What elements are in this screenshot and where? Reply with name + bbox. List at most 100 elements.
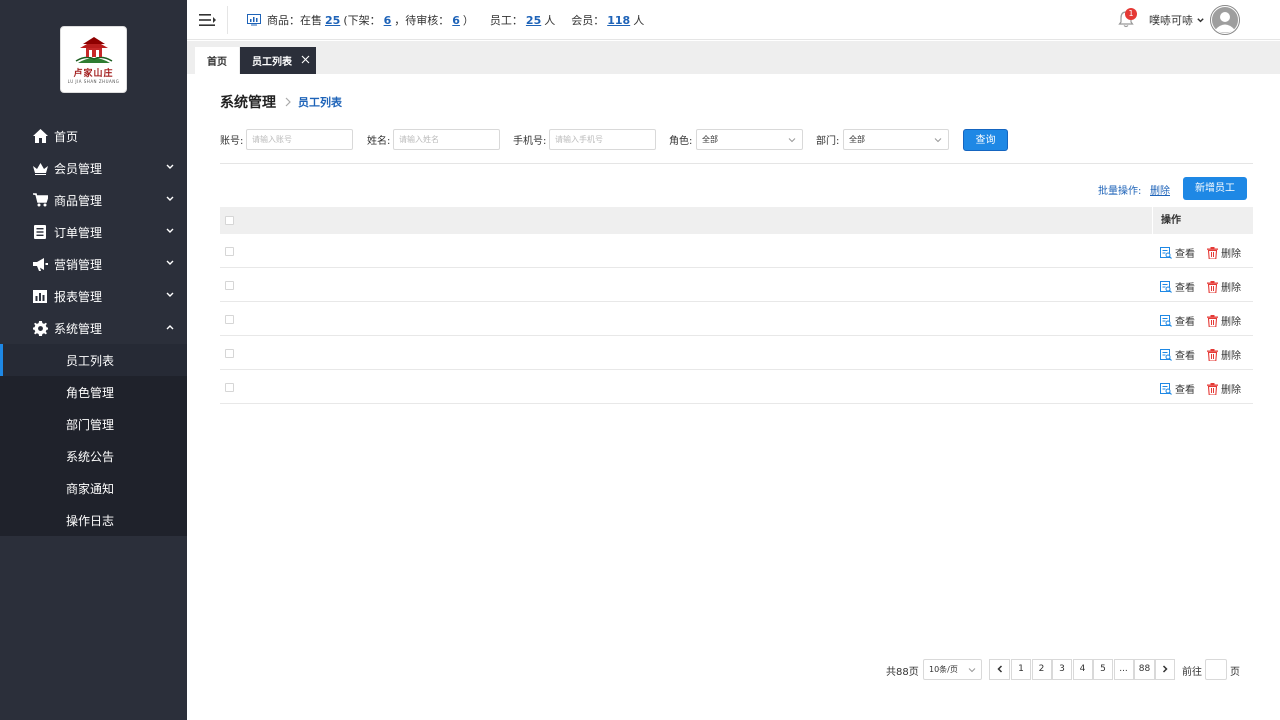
view-label: 查看 — [1175, 351, 1195, 362]
prev-page-button[interactable] — [989, 659, 1010, 680]
page-button[interactable]: 2 — [1031, 659, 1052, 680]
view-icon — [1160, 280, 1172, 293]
next-page-button[interactable] — [1155, 659, 1175, 680]
batch-delete-link[interactable]: 删除 — [1150, 182, 1170, 197]
avatar[interactable] — [1210, 5, 1240, 35]
monitor-icon — [247, 14, 261, 26]
add-staff-button[interactable]: 新增员工 — [1183, 177, 1247, 200]
page-size-select[interactable]: 10条/页 — [923, 659, 982, 680]
table-header: 操作 — [220, 207, 1253, 234]
row-checkbox[interactable] — [225, 281, 234, 290]
role-select[interactable]: 全部 — [696, 129, 803, 150]
tab-staff-list[interactable]: 员工列表 — [240, 47, 316, 74]
sidebar-item-members[interactable]: 会员管理 — [0, 152, 187, 184]
logo-subtext: LU JIA SHAN ZHUANG — [67, 79, 120, 84]
row-checkbox[interactable] — [225, 349, 234, 358]
chevron-right-icon — [285, 97, 291, 107]
user-name: 噗哧可哧 — [1149, 14, 1193, 27]
trash-icon — [1207, 280, 1218, 293]
row-checkbox[interactable] — [225, 383, 234, 392]
view-button[interactable]: 查看 — [1160, 313, 1195, 328]
department-select[interactable]: 全部 — [843, 129, 949, 150]
sidebar-item-home[interactable]: 首页 — [0, 120, 187, 152]
delete-button[interactable]: 删除 — [1207, 381, 1241, 396]
phone-input[interactable] — [549, 129, 656, 150]
account-label: 账号: — [220, 136, 244, 147]
sidebar-item-label: 会员管理 — [54, 161, 103, 176]
sidebar-item-goods[interactable]: 商品管理 — [0, 184, 187, 216]
chevron-down-icon — [788, 138, 796, 143]
pending-label: ，待审核： — [394, 14, 450, 27]
view-label: 查看 — [1175, 317, 1195, 328]
member-count[interactable]: 118 — [607, 14, 630, 27]
row-checkbox[interactable] — [225, 247, 234, 256]
off-shelf-count[interactable]: 6 — [384, 14, 392, 27]
page-ellipsis: ... — [1113, 659, 1134, 680]
operations-header: 操作 — [1152, 207, 1253, 234]
staff-count[interactable]: 25 — [526, 14, 541, 27]
delete-button[interactable]: 删除 — [1207, 313, 1241, 328]
query-button[interactable]: 查询 — [963, 129, 1008, 151]
view-button[interactable]: 查看 — [1160, 245, 1195, 260]
page-button[interactable]: 1 — [1011, 659, 1031, 680]
name-input[interactable] — [393, 129, 500, 150]
table-row: 查看 删除 — [220, 370, 1253, 404]
logo-text: 卢家山庄 — [73, 69, 114, 79]
select-all-checkbox[interactable] — [225, 216, 234, 225]
menu-toggle-icon[interactable] — [199, 12, 217, 28]
sidebar-item-reports[interactable]: 报表管理 — [0, 280, 187, 312]
pavilion-logo-icon — [75, 37, 112, 63]
sidebar-item-label: 首页 — [54, 129, 79, 144]
delete-button[interactable]: 删除 — [1207, 279, 1241, 294]
table-row: 查看 删除 — [220, 268, 1253, 302]
close-icon[interactable] — [301, 55, 310, 64]
view-button[interactable]: 查看 — [1160, 279, 1195, 294]
view-label: 查看 — [1175, 385, 1195, 396]
page-button[interactable]: 5 — [1093, 659, 1113, 680]
gear-icon — [32, 320, 48, 336]
chevron-up-icon — [166, 325, 174, 330]
member-unit: 人 — [633, 14, 645, 27]
sidebar: 卢家山庄 LU JIA SHAN ZHUANG 首页 会员管理 商品管理 订单管… — [0, 0, 187, 720]
sidebar-item-orders[interactable]: 订单管理 — [0, 216, 187, 248]
submenu-item-operation-log[interactable]: 操作日志 — [0, 504, 187, 536]
order-icon — [32, 224, 48, 240]
submenu-item-staff-list[interactable]: 员工列表 — [0, 344, 187, 376]
submenu-item-department-management[interactable]: 部门管理 — [0, 408, 187, 440]
on-sale-count[interactable]: 25 — [325, 14, 340, 27]
row-checkbox[interactable] — [225, 315, 234, 324]
table-body: 查看 删除 查看 删除 查看 删除 查看 删除 查看 删除 — [220, 234, 1253, 404]
crown-icon — [32, 160, 48, 176]
submenu-item-merchant-notice[interactable]: 商家通知 — [0, 472, 187, 504]
delete-label: 删除 — [1221, 283, 1241, 294]
chevron-down-icon — [166, 196, 174, 201]
submenu-item-system-notice[interactable]: 系统公告 — [0, 440, 187, 472]
view-button[interactable]: 查看 — [1160, 381, 1195, 396]
batch-operation-label: 批量操作: — [1098, 186, 1142, 197]
delete-button[interactable]: 删除 — [1207, 347, 1241, 362]
cart-icon — [32, 192, 48, 208]
topbar: 商品：在售 25 (下架： 6 ，待审核： 6 ） 员工： 25 人 会员： 1… — [187, 0, 1280, 40]
home-icon — [32, 128, 48, 144]
breadcrumb-parent[interactable]: 系统管理 — [220, 92, 276, 112]
brand-logo[interactable]: 卢家山庄 LU JIA SHAN ZHUANG — [60, 26, 127, 93]
pending-count[interactable]: 6 — [452, 14, 460, 27]
account-input[interactable] — [246, 129, 353, 150]
page-button[interactable]: 88 — [1134, 659, 1155, 680]
tab-home[interactable]: 首页 — [195, 47, 239, 74]
chevron-down-icon — [968, 668, 976, 673]
view-button[interactable]: 查看 — [1160, 347, 1195, 362]
user-menu[interactable]: 噗哧可哧 — [1149, 12, 1205, 28]
submenu-item-role-management[interactable]: 角色管理 — [0, 376, 187, 408]
system-submenu: 员工列表 角色管理 部门管理 系统公告 商家通知 操作日志 — [0, 344, 187, 536]
chevron-down-icon — [934, 138, 942, 143]
page-button[interactable]: 4 — [1072, 659, 1093, 680]
delete-button[interactable]: 删除 — [1207, 245, 1241, 260]
sidebar-item-marketing[interactable]: 营销管理 — [0, 248, 187, 280]
sidebar-item-system[interactable]: 系统管理 — [0, 312, 187, 344]
trash-icon — [1207, 246, 1218, 259]
goto-page-input[interactable] — [1205, 659, 1227, 680]
trash-icon — [1207, 348, 1218, 361]
page-button[interactable]: 3 — [1052, 659, 1072, 680]
sidebar-item-label: 报表管理 — [54, 289, 103, 304]
